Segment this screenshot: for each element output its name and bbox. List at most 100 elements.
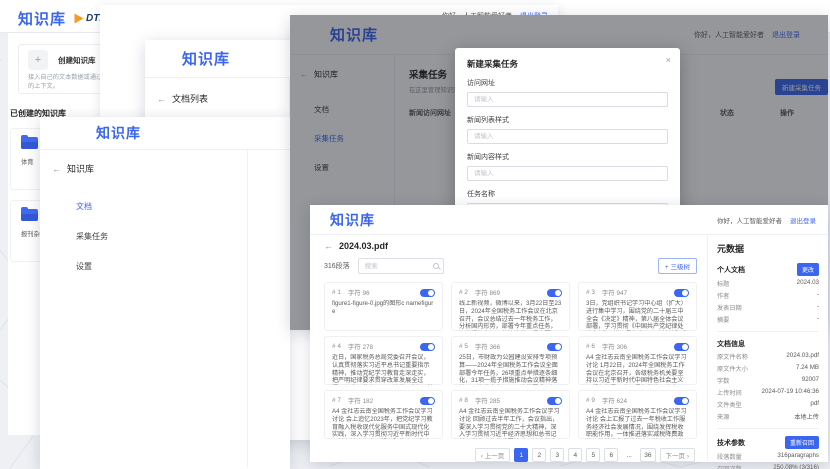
segment-toggle[interactable] xyxy=(674,397,689,405)
segment-index: # 4 xyxy=(332,343,341,350)
segment-toggle[interactable] xyxy=(674,343,689,351)
paragraph-count: 316段落 xyxy=(324,261,350,271)
segment-card[interactable]: # 4 字符 278 近日，国家税务总局党委召开会议，认真贯彻落实习近平总书记重要… xyxy=(324,336,443,385)
kb-sidebar: ← 知识库 文档 采集任务 设置 xyxy=(40,150,248,468)
search-input[interactable] xyxy=(359,262,429,271)
segment-chars: 字符 947 xyxy=(602,288,627,297)
segment-text: A4 金社志云南全国税务工作会议学习讨论 会上汇报了过去一年税收工作服务经济社会… xyxy=(586,408,689,439)
segment-chars: 字符 366 xyxy=(475,342,500,351)
segment-index: # 6 xyxy=(586,343,595,350)
info-section-title: 文档信息 xyxy=(717,339,819,349)
metadata-panel: 元数据 个人文档 更改 标题2024.03 作者- 发表日期- 摘要- 文档信息… xyxy=(707,235,828,461)
back-doc-list[interactable]: ← 文档列表 xyxy=(157,92,277,105)
segment-card[interactable]: # 6字符 306 A4 金社志云南全国税务工作会议学习讨论 1月22日，202… xyxy=(578,336,697,385)
content-style-field[interactable] xyxy=(467,166,668,181)
meta-label: 来源 xyxy=(717,412,729,421)
page-button-2[interactable]: 2 xyxy=(532,448,546,462)
sidebar-item-docs[interactable]: 文档 xyxy=(76,201,235,212)
segment-card[interactable]: # 5字符 366 25日，市财政为公园建设安排专项预算——2024年全国税务工… xyxy=(451,336,570,385)
meta-value: - xyxy=(817,291,819,300)
list-style-label: 新闻列表样式 xyxy=(467,115,668,125)
segment-chars: 字符 869 xyxy=(475,288,500,297)
recall-button[interactable]: 重新召回 xyxy=(785,436,819,449)
segments-main: ← 2024.03.pdf 316段落 + 三级树 # 1字符 96 figur… xyxy=(310,235,707,461)
segment-chars: 字符 96 xyxy=(348,288,370,297)
back-arrow-icon[interactable]: ← xyxy=(324,241,333,251)
page-button-1[interactable]: 1 xyxy=(514,448,528,462)
folder-icon xyxy=(21,137,38,149)
segment-card[interactable]: # 7字符 182 A4 金社志云南全国税务工作会议学习讨论 会上追忆2023年… xyxy=(324,390,443,439)
meta-value: 2024-07-19 10:46:36 xyxy=(762,388,819,397)
sidebar-item-tasks[interactable]: 采集任务 xyxy=(76,231,235,242)
create-kb-label: 创建知识库 xyxy=(58,55,96,66)
close-icon[interactable]: × xyxy=(666,55,671,65)
segment-text: 3日，党组织书记学习中心组（扩大）进行集中学习，围绕党的二十届三中全会《决定》精… xyxy=(586,300,689,331)
back-kb[interactable]: ← 知识库 xyxy=(52,162,235,175)
back-label: 文档列表 xyxy=(172,92,208,105)
segment-index: # 1 xyxy=(332,289,341,296)
back-label: 知识库 xyxy=(67,162,94,175)
back-arrow-icon: ← xyxy=(52,164,61,174)
meta-value: - xyxy=(817,315,819,324)
segment-card[interactable]: # 3 字符 947 3日，党组织书记学习中心组（扩大）进行集中学习，围绕党的二十… xyxy=(578,282,697,331)
segment-toggle[interactable] xyxy=(547,289,562,297)
segment-chars: 字符 285 xyxy=(475,396,500,405)
tech-section-title: 技术参数 xyxy=(717,438,745,448)
content-style-label: 新闻内容样式 xyxy=(467,152,668,162)
segment-card[interactable]: # 9 字符 624 A4 金社志云南全国税务工作会议学习讨论 会上汇报了过去一年… xyxy=(578,390,697,439)
segment-chars: 字符 278 xyxy=(348,342,373,351)
sidebar-item-settings[interactable]: 设置 xyxy=(76,261,235,272)
segment-card[interactable]: # 1字符 96 figure1-figure-0.jpg的图形c namefi… xyxy=(324,282,443,331)
prev-page-button[interactable]: ‹ 上一页 xyxy=(475,448,510,462)
segment-search[interactable] xyxy=(358,258,444,274)
page-button-5[interactable]: 5 xyxy=(586,448,600,462)
window-title: 知识库 xyxy=(330,210,375,230)
folder-icon xyxy=(21,209,38,221)
segment-card[interactable]: # 2字符 869 线上新视频，微博以来，3月22日至23日，2024年全国税务… xyxy=(451,282,570,331)
segment-toggle[interactable] xyxy=(420,343,435,351)
segment-toggle[interactable] xyxy=(420,397,435,405)
segment-chars: 字符 306 xyxy=(602,342,627,351)
segment-chars: 字符 624 xyxy=(602,396,627,405)
logo-triangle-icon xyxy=(75,14,84,24)
tree-button[interactable]: + 三级树 xyxy=(658,258,697,274)
segment-card[interactable]: # 8 字符 285 A4 金社志云南全国税务工作会议学习讨论 回顾过去半年工作，… xyxy=(451,390,570,439)
segment-toggle[interactable] xyxy=(420,289,435,297)
pagination: ‹ 上一页 1 2 3 4 5 6 ... 36 下一页 › xyxy=(324,448,695,462)
page-button-3[interactable]: 3 xyxy=(550,448,564,462)
meta-label: 发表日期 xyxy=(717,303,742,312)
segment-toggle[interactable] xyxy=(547,343,562,351)
doc-name: 2024.03.pdf xyxy=(339,241,388,251)
segment-grid: # 1字符 96 figure1-figure-0.jpg的图形c namefi… xyxy=(324,282,697,439)
url-field-label: 访问网址 xyxy=(467,78,668,88)
meta-label: 召回次数 xyxy=(717,464,742,469)
divider xyxy=(717,428,819,429)
meta-label: 标题 xyxy=(717,279,729,288)
page-button-6[interactable]: 6 xyxy=(604,448,618,462)
segment-toggle[interactable] xyxy=(674,289,689,297)
next-page-button[interactable]: 下一页 › xyxy=(660,448,695,462)
home-app-title: 知识库 xyxy=(18,8,66,29)
page-button-36[interactable]: 36 xyxy=(640,448,655,462)
meta-label: 文件类型 xyxy=(717,400,742,409)
plus-icon: + xyxy=(28,50,48,70)
logout-link[interactable]: 退出登录 xyxy=(790,215,816,225)
back-arrow-icon: ← xyxy=(157,94,166,104)
page-button-4[interactable]: 4 xyxy=(568,448,582,462)
segment-index: # 8 xyxy=(459,397,468,404)
segment-text: A4 金社志云南全国税务工作会议学习讨论 回顾过去半年工作，会议指出，要深入学习… xyxy=(459,408,562,439)
list-style-field[interactable] xyxy=(467,129,668,144)
segment-toggle[interactable] xyxy=(547,397,562,405)
segment-text: 25日，市财政为公园建设安排专项预算——2024年全国税务工作会议全面部署今年任… xyxy=(459,354,562,385)
meta-value: 2024.03.pdf xyxy=(786,352,819,361)
segment-text: 近日，国家税务总局党委召开会议，认真贯彻落实习近平总书记重要指示精神，推动党纪学… xyxy=(332,354,435,385)
doc-type-action-button[interactable]: 更改 xyxy=(797,263,819,276)
segment-chars: 字符 182 xyxy=(348,396,373,405)
meta-value: 92007 xyxy=(802,376,819,385)
modal-title: 新建采集任务 xyxy=(467,58,668,70)
segment-index: # 9 xyxy=(586,397,595,404)
segment-index: # 3 xyxy=(586,289,595,296)
url-field[interactable] xyxy=(467,92,668,107)
meta-value: 7.24 MB xyxy=(796,364,819,373)
meta-value: - xyxy=(817,303,819,312)
